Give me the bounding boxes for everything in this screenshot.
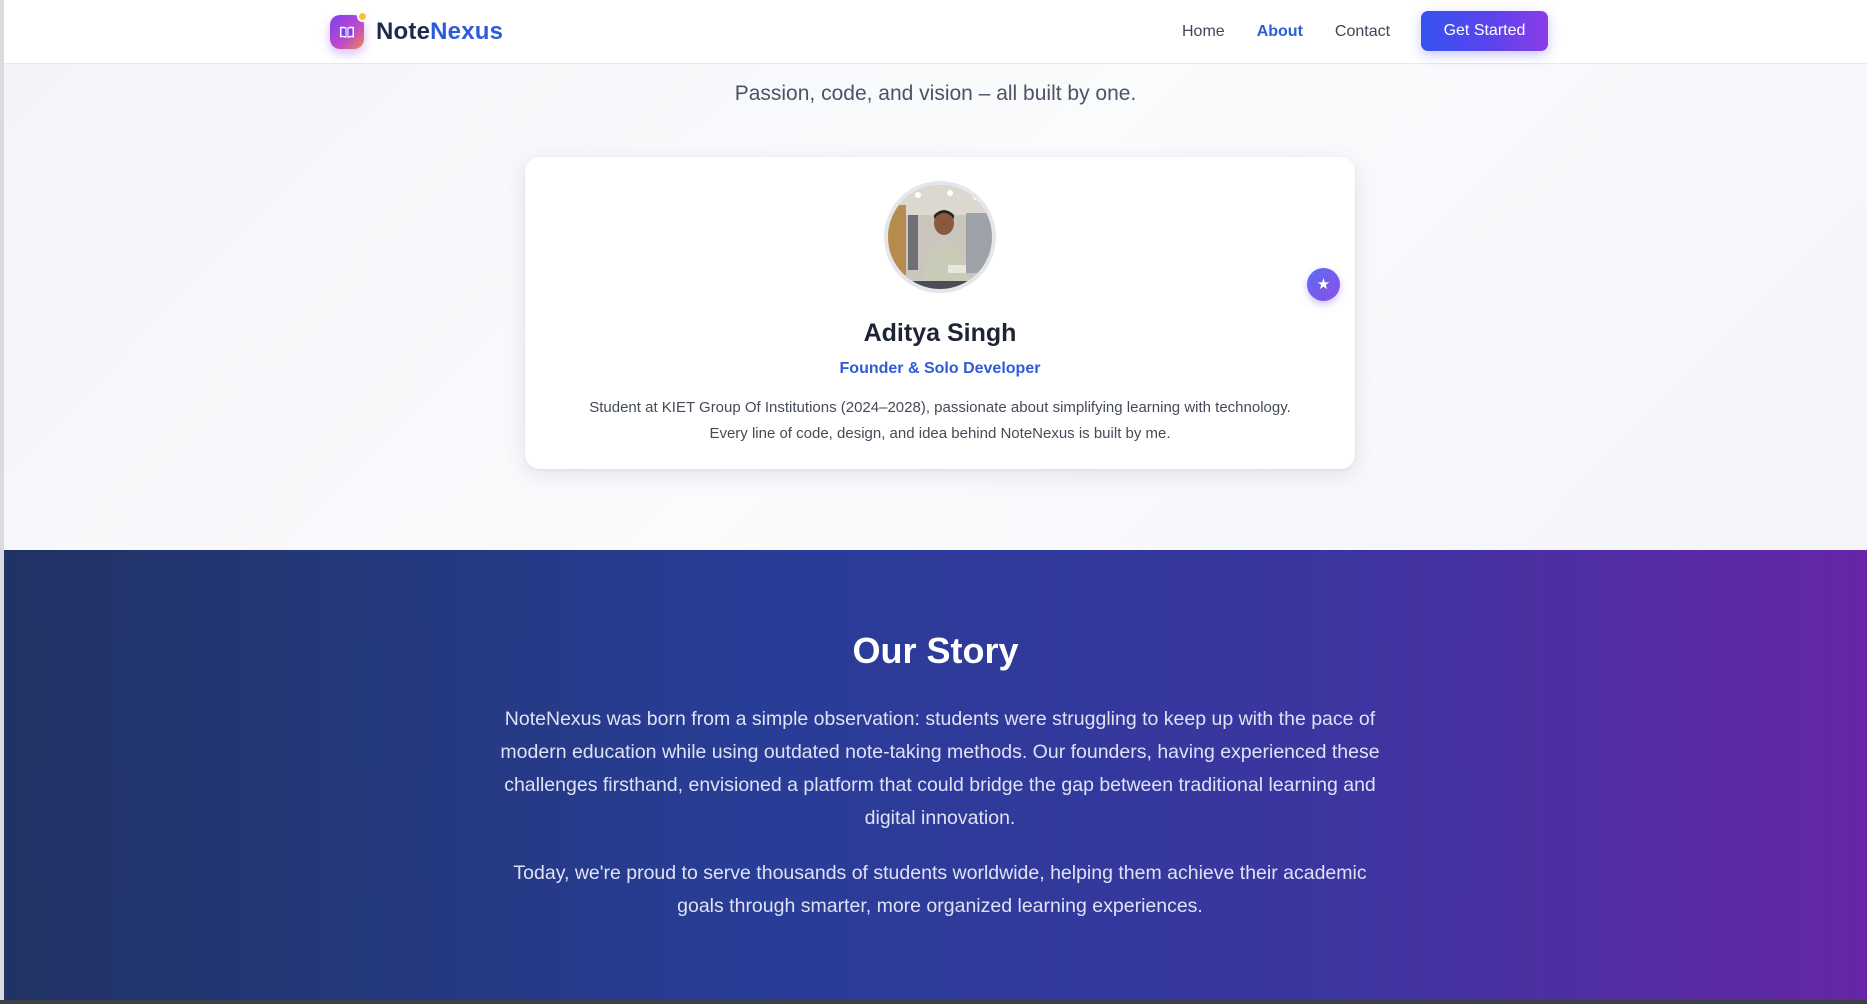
brand-name-part2: Nexus	[430, 18, 504, 45]
profile-role: Founder & Solo Developer	[839, 360, 1041, 377]
profile-bio-line-2: Every line of code, design, and idea beh…	[709, 425, 1171, 442]
page: Passion, code, and vision – all built by…	[0, 0, 1867, 1004]
profile-card: ★ Aditya Singh Founder & Solo Developer …	[525, 157, 1355, 469]
nav-link-about[interactable]: About	[1257, 23, 1303, 41]
profile-bio-line-1: Student at KIET Group Of Institutions (2…	[589, 399, 1291, 416]
brand-name-part1: Note	[376, 18, 431, 45]
featured-star-badge: ★	[1307, 268, 1340, 301]
hero-subtitle: Passion, code, and vision – all built by…	[734, 82, 1137, 105]
star-icon: ★	[1316, 276, 1331, 293]
nav-link-contact[interactable]: Contact	[1335, 23, 1390, 41]
story-paragraph-2: Today, we're proud to serve thousands of…	[513, 862, 1367, 917]
window-left-edge	[0, 0, 4, 1004]
book-icon	[330, 11, 368, 49]
story-title: Our Story	[852, 630, 1019, 671]
top-navbar: NoteNexus Home About Contact Get Started	[4, 0, 1867, 64]
primary-nav: Home About Contact	[1182, 0, 1422, 64]
profile-bio: Student at KIET Group Of Institutions (2…	[555, 395, 1325, 447]
brand-dot-icon	[357, 11, 368, 22]
profile-avatar	[884, 181, 996, 293]
avatar-photo	[888, 185, 992, 289]
window-bottom-edge	[0, 1000, 1867, 1004]
open-book-glyph	[340, 26, 354, 38]
story-paragraph-1: NoteNexus was born from a simple observa…	[500, 708, 1380, 829]
our-story-section: Our Story NoteNexus was born from a simp…	[4, 550, 1867, 1000]
profile-name: Aditya Singh	[863, 319, 1017, 347]
get-started-button[interactable]: Get Started	[1421, 11, 1548, 51]
nav-link-home[interactable]: Home	[1182, 23, 1225, 41]
brand-name: NoteNexus	[376, 18, 503, 46]
brand-logo-link[interactable]: NoteNexus	[330, 11, 503, 50]
about-hero-section: Passion, code, and vision – all built by…	[4, 0, 1867, 550]
